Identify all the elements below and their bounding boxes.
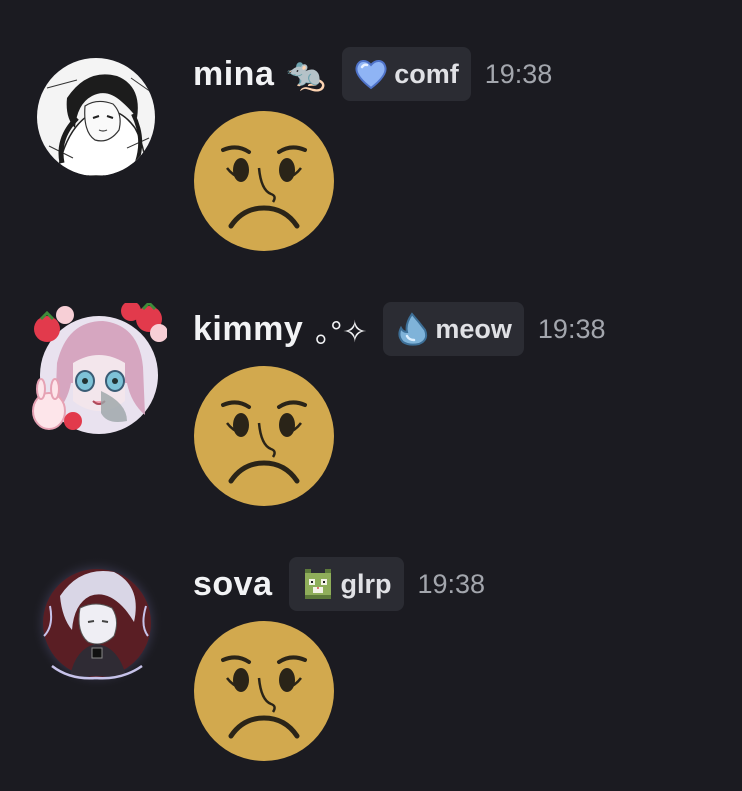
message-header: sova glrp 19:38 [193, 557, 485, 611]
message-sova: sova glrp 19:38 [0, 510, 742, 761]
user-tag[interactable]: comf [342, 47, 471, 101]
pixel-cat-icon [301, 567, 335, 601]
message-kimmy: kimmy ｡°✧ meow 19:38 [0, 255, 742, 506]
blue-heart-icon [354, 57, 388, 91]
avatar-kimmy[interactable] [27, 303, 167, 443]
message-header: mina 🐀 comf 19:38 [193, 47, 552, 101]
water-drop-icon [395, 312, 429, 346]
worried-face-icon [193, 365, 335, 507]
username[interactable]: mina [193, 55, 274, 94]
rat-icon: 🐀 [286, 56, 327, 92]
username[interactable]: sova [193, 565, 273, 604]
tag-label: comf [394, 58, 459, 89]
user-tag[interactable]: glrp [288, 557, 404, 611]
message-header: kimmy ｡°✧ meow 19:38 [193, 302, 605, 356]
timestamp[interactable]: 19:38 [418, 569, 486, 600]
timestamp[interactable]: 19:38 [538, 314, 606, 345]
message-mina: mina 🐀 comf 19:38 [0, 0, 742, 251]
sparkle-decoration: ｡°✧ [315, 316, 368, 349]
timestamp[interactable]: 19:38 [485, 59, 553, 90]
username[interactable]: kimmy [193, 310, 303, 349]
avatar-mina[interactable] [37, 58, 155, 176]
tag-label: meow [435, 313, 512, 344]
tag-label: glrp [340, 568, 392, 599]
worried-face-icon [193, 110, 335, 252]
user-tag[interactable]: meow [383, 302, 524, 356]
avatar-sova[interactable] [30, 556, 164, 690]
worried-face-icon [193, 620, 335, 762]
